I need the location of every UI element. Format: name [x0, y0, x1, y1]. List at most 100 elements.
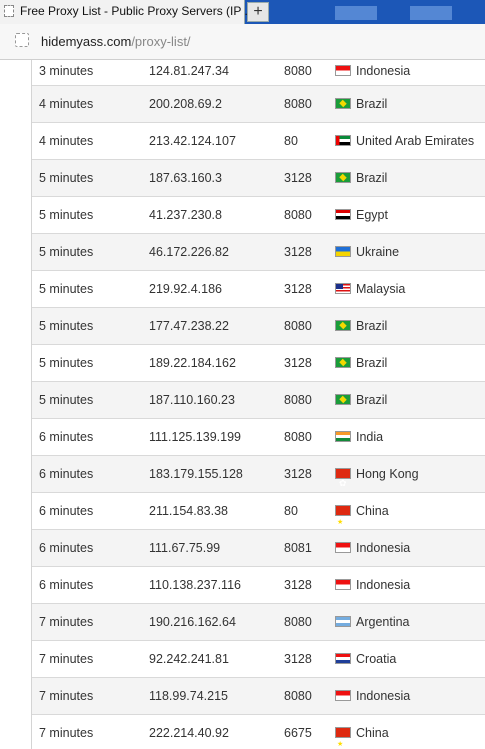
last-update-cell: 5 minutes	[39, 208, 94, 222]
last-update-cell: 4 minutes	[39, 97, 94, 111]
port-cell: 3128	[284, 282, 312, 296]
last-update-cell: 7 minutes	[39, 652, 94, 666]
ip-address-cell: 118.99.74.215	[149, 689, 229, 703]
country-cell: Brazil	[335, 382, 387, 418]
last-update-cell: 5 minutes	[39, 171, 94, 185]
country-name: Brazil	[356, 393, 388, 407]
table-row: 5 minutes 189.22.184.162 3128 Brazil	[32, 345, 485, 382]
country-cell: Malaysia	[335, 271, 405, 307]
new-tab-button[interactable]: +	[247, 2, 269, 22]
url-field[interactable]: hidemyass.com/proxy-list/	[41, 34, 191, 49]
port-cell: 3128	[284, 652, 312, 666]
country-name: Indonesia	[356, 689, 411, 703]
last-update-cell: 5 minutes	[39, 319, 94, 333]
ip-address-cell: 213.42.124.107	[149, 134, 236, 148]
country-cell: Croatia	[335, 641, 396, 677]
port-cell: 3128	[284, 245, 312, 259]
country-cell: China	[335, 493, 389, 540]
country-cell: Indonesia	[335, 567, 410, 603]
last-update-cell: 3 minutes	[39, 64, 94, 78]
hongkong-flag-icon	[335, 466, 351, 502]
croatia-flag-icon	[335, 653, 351, 664]
background-decoration	[410, 6, 452, 20]
ip-address-cell: 177.47.238.22	[149, 319, 229, 333]
country-name: China	[356, 504, 389, 518]
country-cell: Ukraine	[335, 234, 399, 270]
table-row: 7 minutes 190.216.162.64 8080 Argentina	[32, 604, 485, 641]
table-row: 5 minutes 46.172.226.82 3128 Ukraine	[32, 234, 485, 271]
brazil-flag-icon	[335, 320, 351, 331]
table-row: 6 minutes 111.125.139.199 8080 India	[32, 419, 485, 456]
ip-address-cell: 111.125.139.199	[149, 430, 241, 444]
table-row: 4 minutes 213.42.124.107 80 United Arab Emi…	[32, 123, 485, 160]
country-cell: Brazil	[335, 86, 387, 122]
country-cell: Indonesia	[335, 678, 410, 714]
ip-address-cell: 200.208.69.2	[149, 97, 222, 111]
country-name: Hong Kong	[356, 467, 419, 481]
port-cell: 8080	[284, 208, 312, 222]
page-icon	[4, 5, 14, 17]
country-cell: Hong Kong	[335, 456, 419, 502]
ip-address-cell: 211.154.83.38	[149, 504, 229, 518]
ip-address-cell: 187.110.160.23	[149, 393, 235, 407]
last-update-cell: 4 minutes	[39, 134, 94, 148]
indonesia-flag-icon	[335, 690, 351, 701]
last-update-cell: 6 minutes	[39, 430, 94, 444]
country-name: Brazil	[356, 356, 388, 370]
last-update-cell: 6 minutes	[39, 504, 94, 518]
country-cell: India	[335, 419, 383, 455]
country-name: Croatia	[356, 652, 397, 666]
ukraine-flag-icon	[335, 246, 351, 257]
last-update-cell: 7 minutes	[39, 726, 94, 740]
address-bar[interactable]: hidemyass.com/proxy-list/	[0, 24, 485, 60]
ip-address-cell: 41.237.230.8	[149, 208, 222, 222]
table-row: 6 minutes 110.138.237.116 3128 Indonesia	[32, 567, 485, 604]
indonesia-flag-icon	[335, 65, 351, 76]
tab-strip: Free Proxy List - Public Proxy Servers (…	[0, 0, 485, 24]
argentina-flag-icon	[335, 616, 351, 627]
table-row: 5 minutes 187.63.160.3 3128 Brazil	[32, 160, 485, 197]
brazil-flag-icon	[335, 394, 351, 405]
ip-address-cell: 92.242.241.81	[149, 652, 229, 666]
last-update-cell: 5 minutes	[39, 282, 94, 296]
port-cell: 8080	[284, 615, 312, 629]
china-flag-icon	[335, 504, 351, 540]
browser-tab[interactable]: Free Proxy List - Public Proxy Servers (…	[0, 0, 255, 24]
proxy-table: 3 minutes 124.81.247.34 8080 Indonesia 4 min…	[0, 60, 485, 749]
port-cell: 3128	[284, 578, 312, 592]
site-info-icon[interactable]	[15, 33, 29, 47]
last-update-cell: 5 minutes	[39, 356, 94, 370]
china-flag-icon	[335, 726, 351, 749]
ip-address-cell: 183.179.155.128	[149, 467, 243, 481]
last-update-cell: 6 minutes	[39, 578, 94, 592]
port-cell: 80	[284, 504, 298, 518]
table-row: 6 minutes 183.179.155.128 3128 Hong Kong	[32, 456, 485, 502]
table-row: 5 minutes 177.47.238.22 8080 Brazil	[32, 308, 485, 345]
country-name: United Arab Emirates	[356, 134, 475, 148]
country-name: Ukraine	[356, 245, 400, 259]
last-update-cell: 7 minutes	[39, 615, 94, 629]
country-cell: Brazil	[335, 308, 387, 344]
port-cell: 3128	[284, 356, 312, 370]
country-name: India	[356, 430, 384, 444]
table-row: 7 minutes 222.214.40.92 6675 China	[32, 715, 485, 749]
country-name: Brazil	[356, 171, 388, 185]
port-cell: 8080	[284, 97, 312, 111]
last-update-cell: 6 minutes	[39, 467, 94, 481]
port-cell: 8081	[284, 541, 312, 555]
table-row: 5 minutes 187.110.160.23 8080 Brazil	[32, 382, 485, 419]
country-name: Indonesia	[356, 64, 411, 78]
last-update-cell: 6 minutes	[39, 541, 94, 555]
country-cell: Indonesia	[335, 530, 410, 566]
brazil-flag-icon	[335, 172, 351, 183]
country-name: Indonesia	[356, 578, 411, 592]
port-cell: 3128	[284, 171, 312, 185]
port-cell: 3128	[284, 467, 312, 481]
country-name: China	[356, 726, 389, 740]
country-name: Argentina	[356, 615, 410, 629]
indonesia-flag-icon	[335, 579, 351, 590]
indonesia-flag-icon	[335, 542, 351, 553]
table-row: 5 minutes 219.92.4.186 3128 Malaysia	[32, 271, 485, 308]
brazil-flag-icon	[335, 98, 351, 109]
ip-address-cell: 222.214.40.92	[149, 726, 229, 740]
